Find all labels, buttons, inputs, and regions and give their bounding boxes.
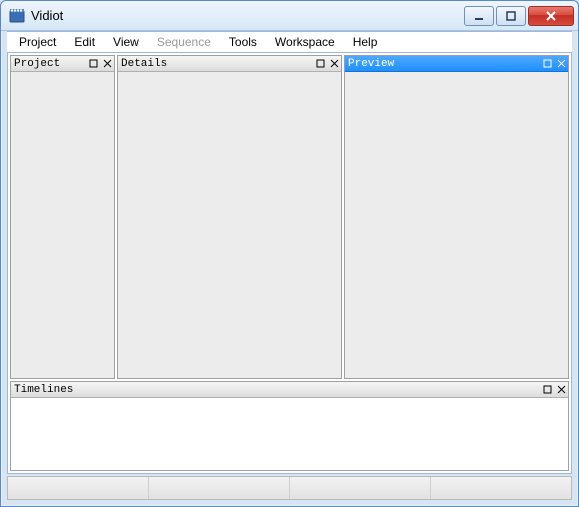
details-panel-header[interactable]: Details xyxy=(118,56,341,72)
details-panel: Details xyxy=(117,55,342,379)
timelines-panel: Timelines xyxy=(10,381,569,471)
menu-edit[interactable]: Edit xyxy=(66,33,103,51)
details-panel-close-icon[interactable] xyxy=(327,57,341,71)
menu-project[interactable]: Project xyxy=(11,33,64,51)
details-panel-maximize-icon[interactable] xyxy=(313,57,327,71)
minimize-button[interactable] xyxy=(464,6,494,26)
menu-sequence: Sequence xyxy=(149,33,219,51)
timelines-panel-maximize-icon[interactable] xyxy=(540,383,554,397)
maximize-button[interactable] xyxy=(496,6,526,26)
app-icon xyxy=(9,8,25,24)
preview-panel: Preview xyxy=(344,55,569,379)
project-panel-body xyxy=(11,72,114,378)
lower-panels-row: Timelines xyxy=(8,381,571,473)
status-cell-4 xyxy=(431,477,571,499)
preview-panel-body xyxy=(345,72,568,378)
status-cell-3 xyxy=(290,477,431,499)
minimize-icon xyxy=(474,11,484,21)
project-panel-close-icon[interactable] xyxy=(100,57,114,71)
window-title: Vidiot xyxy=(31,8,464,23)
project-panel-title: Project xyxy=(14,58,86,70)
preview-panel-close-icon[interactable] xyxy=(554,57,568,71)
preview-panel-header[interactable]: Preview xyxy=(345,56,568,72)
maximize-icon xyxy=(506,11,516,21)
status-cell-2 xyxy=(149,477,290,499)
timelines-panel-header[interactable]: Timelines xyxy=(11,382,568,398)
menu-help[interactable]: Help xyxy=(345,33,386,51)
close-button[interactable] xyxy=(528,6,574,26)
timelines-panel-close-icon[interactable] xyxy=(554,383,568,397)
preview-panel-title: Preview xyxy=(348,58,540,70)
details-panel-body xyxy=(118,72,341,378)
window-controls xyxy=(464,6,574,26)
project-panel-header[interactable]: Project xyxy=(11,56,114,72)
timelines-panel-title: Timelines xyxy=(14,384,540,396)
menu-tools[interactable]: Tools xyxy=(221,33,265,51)
preview-panel-maximize-icon[interactable] xyxy=(540,57,554,71)
titlebar[interactable]: Vidiot xyxy=(1,1,578,31)
close-icon xyxy=(545,11,557,21)
workspace: Project Details xyxy=(7,53,572,474)
menu-view[interactable]: View xyxy=(105,33,147,51)
status-cell-1 xyxy=(8,477,149,499)
upper-panels-row: Project Details xyxy=(8,53,571,381)
details-panel-title: Details xyxy=(121,58,313,70)
project-panel-maximize-icon[interactable] xyxy=(86,57,100,71)
app-window: Vidiot Project Edit View Sequence Tools … xyxy=(0,0,579,507)
menubar: Project Edit View Sequence Tools Workspa… xyxy=(7,31,572,53)
project-panel: Project xyxy=(10,55,115,379)
timelines-panel-body xyxy=(11,398,568,470)
statusbar xyxy=(7,476,572,500)
menu-workspace[interactable]: Workspace xyxy=(267,33,343,51)
